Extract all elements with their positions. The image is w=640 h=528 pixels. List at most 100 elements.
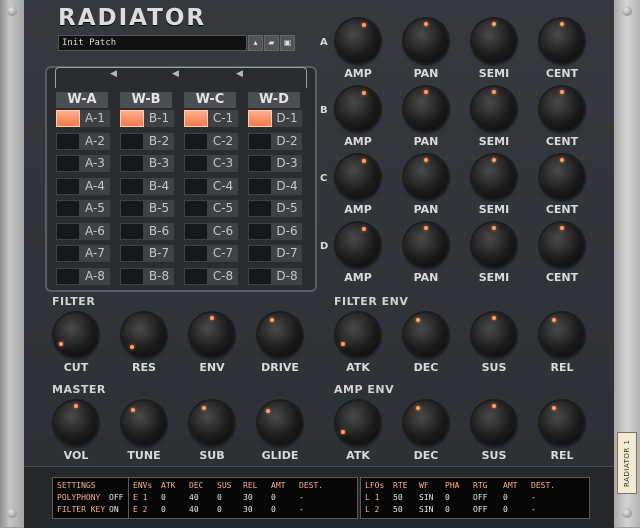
wave-select-button[interactable] [56,110,80,127]
filter-env-atk-knob[interactable] [336,313,380,357]
osc-pan-knob[interactable] [404,87,448,131]
wave-select-button[interactable] [184,200,208,217]
table-cell[interactable]: 0 [161,504,166,516]
osc-cent-knob[interactable] [540,87,584,131]
wave-slot-label[interactable]: A-4 [80,177,110,195]
wave-slot-label[interactable]: A-5 [80,200,110,217]
wave-select-button[interactable] [248,110,272,127]
table-cell[interactable]: OFF [473,492,487,504]
table-cell[interactable]: 40 [189,492,199,504]
wave-select-button[interactable] [184,245,208,262]
osc-pan-knob[interactable] [404,19,448,63]
wave-select-button[interactable] [120,177,144,195]
wave-select-button[interactable] [56,200,80,217]
osc-amp-knob[interactable] [336,223,380,267]
osc-amp-knob[interactable] [336,19,380,63]
wave-slot-label[interactable]: A-6 [80,222,110,240]
table-cell[interactable]: 50 [393,504,403,516]
osc-amp-knob[interactable] [336,87,380,131]
wave-select-button[interactable] [184,222,208,240]
wave-slot-label[interactable]: D-4 [272,177,302,195]
wave-select-button[interactable] [56,177,80,195]
wave-slot-label[interactable]: C-8 [208,267,238,285]
osc-semi-knob[interactable] [472,87,516,131]
wave-select-button[interactable] [248,245,272,262]
osc-cent-knob[interactable] [540,155,584,199]
wave-slot-label[interactable]: D-3 [272,155,302,172]
table-cell[interactable]: 30 [243,492,253,504]
wave-select-button[interactable] [120,245,144,262]
polyphony-value[interactable]: OFF [109,492,123,504]
wave-select-button[interactable] [248,155,272,172]
master-tune-knob[interactable] [122,401,166,445]
wave-slot-label[interactable]: A-7 [80,245,110,262]
wave-slot-label[interactable]: B-5 [144,200,174,217]
wave-select-button[interactable] [120,110,144,127]
filter-env-dec-knob[interactable] [404,313,448,357]
wave-slot-label[interactable]: C-2 [208,132,238,150]
wave-slot-label[interactable]: B-1 [144,110,174,127]
table-cell[interactable]: 0 [503,504,508,516]
wave-slot-label[interactable]: C-5 [208,200,238,217]
amp-env-sus-knob[interactable] [472,401,516,445]
wave-select-button[interactable] [120,132,144,150]
table-cell[interactable]: SIN [419,504,433,516]
table-cell[interactable]: 0 [271,504,276,516]
wave-select-button[interactable] [248,200,272,217]
patch-up-down-button[interactable]: ▴ [248,35,263,51]
wave-select-button[interactable] [184,132,208,150]
wave-slot-label[interactable]: D-7 [272,245,302,262]
osc-cent-knob[interactable] [540,223,584,267]
wave-select-button[interactable] [56,132,80,150]
filter-env-sus-knob[interactable] [472,313,516,357]
wave-select-button[interactable] [120,200,144,217]
wave-slot-label[interactable]: C-7 [208,245,238,262]
wave-slot-label[interactable]: B-2 [144,132,174,150]
table-cell[interactable]: 40 [189,504,199,516]
save-icon[interactable]: ▣ [280,35,295,51]
wave-slot-label[interactable]: D-6 [272,222,302,240]
osc-pan-knob[interactable] [404,223,448,267]
wave-select-button[interactable] [248,222,272,240]
table-cell[interactable]: - [299,504,304,516]
wave-select-button[interactable] [120,267,144,285]
wave-slot-label[interactable]: D-1 [272,110,302,127]
amp-env-dec-knob[interactable] [404,401,448,445]
filter-key-value[interactable]: ON [109,504,119,516]
wave-select-button[interactable] [56,155,80,172]
wave-slot-label[interactable]: A-1 [80,110,110,127]
wave-slot-label[interactable]: C-4 [208,177,238,195]
table-cell[interactable]: 0 [445,492,450,504]
wave-select-button[interactable] [184,110,208,127]
wave-slot-label[interactable]: A-2 [80,132,110,150]
wave-select-button[interactable] [184,177,208,195]
filter-env-knob[interactable] [190,313,234,357]
osc-semi-knob[interactable] [472,19,516,63]
table-cell[interactable]: - [531,504,536,516]
wave-select-button[interactable] [248,177,272,195]
wave-slot-label[interactable]: C-6 [208,222,238,240]
table-cell[interactable]: - [299,492,304,504]
wave-slot-label[interactable]: D-5 [272,200,302,217]
wave-select-button[interactable] [56,245,80,262]
wave-select-button[interactable] [120,222,144,240]
filter-cut-knob[interactable] [54,313,98,357]
patch-name-display[interactable]: Init Patch [58,35,247,51]
table-cell[interactable]: OFF [473,504,487,516]
amp-env-atk-knob[interactable] [336,401,380,445]
filter-drive-knob[interactable] [258,313,302,357]
filter-res-knob[interactable] [122,313,166,357]
table-cell[interactable]: 0 [217,492,222,504]
wave-slot-label[interactable]: C-1 [208,110,238,127]
wave-slot-label[interactable]: D-8 [272,267,302,285]
wave-select-button[interactable] [184,155,208,172]
table-cell[interactable]: 50 [393,492,403,504]
wave-select-button[interactable] [56,222,80,240]
master-sub-knob[interactable] [190,401,234,445]
wave-slot-label[interactable]: B-6 [144,222,174,240]
wave-select-button[interactable] [248,132,272,150]
wave-select-button[interactable] [248,267,272,285]
rack-tag[interactable]: RADIATOR 1 [617,432,637,494]
table-cell[interactable]: 30 [243,504,253,516]
wave-slot-label[interactable]: D-2 [272,132,302,150]
